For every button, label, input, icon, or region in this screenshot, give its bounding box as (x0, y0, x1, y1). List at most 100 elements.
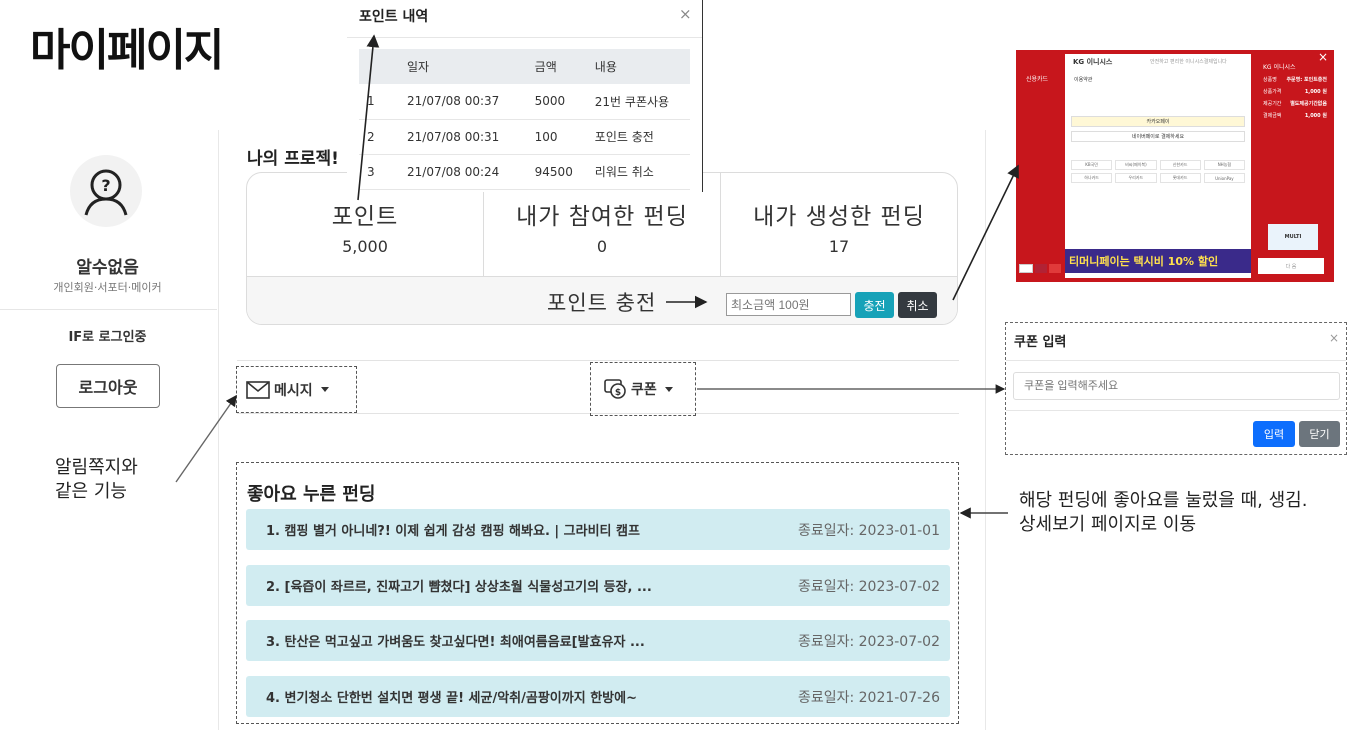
charge-points-label[interactable]: 포인트 충전 (547, 287, 656, 317)
points-history-table: 일자 금액 내용 1 21/07/08 00:37 5000 21번 쿠폰사용 … (359, 49, 690, 190)
svg-text:?: ? (101, 176, 110, 195)
user-role: 개인회원·서포터·메이커 (53, 281, 162, 294)
payment-method-label: 신용카드 (1026, 76, 1049, 83)
card-option[interactable]: 비씨(페이북) (1115, 160, 1157, 170)
naver-pay-option[interactable]: 네이버페이로 결제하세요 (1071, 131, 1245, 142)
summary-value: 주문명: 포인트충전 (1286, 77, 1327, 83)
card-option[interactable]: 롯데카드 (1159, 173, 1201, 183)
us-flag-icon[interactable] (1035, 264, 1047, 273)
card-option[interactable]: 우리카드 (1115, 173, 1157, 183)
liked-funding-date: 종료일자: 2023-01-01 (797, 522, 940, 539)
points-modal-title: 포인트 내역 (359, 9, 429, 25)
coupon-modal-divider (1006, 360, 1346, 361)
annotation-left-line-1: 알림쪽지와 (55, 457, 138, 478)
payment-brand: KG 이니시스 (1073, 58, 1113, 66)
column-header: 일자 (397, 49, 525, 84)
liked-funding-date: 종료일자: 2021-07-26 (797, 689, 940, 706)
stat-created: 내가 생성한 펀딩 17 (721, 173, 957, 276)
coupon-modal-divider (1006, 410, 1346, 411)
right-divider-line (985, 130, 986, 730)
stat-label: 포인트 (331, 204, 399, 230)
table-cell: 94500 (524, 154, 585, 190)
next-button[interactable]: 다 음 (1258, 258, 1324, 274)
stats-card: 포인트 5,000 내가 참여한 펀딩 0 내가 생성한 펀딩 17 포인트 충… (246, 172, 958, 325)
coupon-submit-button[interactable]: 입력 (1253, 421, 1295, 447)
chevron-down-icon (664, 386, 673, 392)
annotation-left: 알림쪽지와 같은 기능 (55, 456, 138, 504)
payment-subtitle: 안전하고 편리한 이니시스결제입니다 (1150, 59, 1227, 65)
korea-flag-icon[interactable] (1019, 264, 1033, 273)
close-icon[interactable]: × (1329, 331, 1339, 345)
language-flags[interactable] (1019, 264, 1061, 273)
close-icon[interactable]: × (1318, 50, 1328, 64)
table-cell: 3 (359, 154, 397, 190)
card-option[interactable]: 신한카드 (1159, 160, 1201, 170)
liked-funding-item[interactable]: 1. 캠핑 별거 아니네?! 이제 쉽게 감성 캠핑 해봐요. | 그라비티 캠… (246, 509, 950, 550)
liked-funding-item[interactable]: 4. 변기청소 단한번 설치면 평생 끝! 세균/악취/곰팡이까지 한방에~ 종… (246, 676, 950, 717)
card-grid: KB국민 비씨(페이북) 신한카드 NH농협 하나카드 우리카드 롯데카드 Un… (1071, 160, 1245, 183)
summary-key: 결제금액 (1263, 113, 1282, 119)
table-cell: 리워드 취소 (584, 154, 690, 190)
card-option[interactable]: UnionPay (1203, 173, 1245, 183)
table-cell: 1 (359, 84, 397, 120)
summary-value: 1,000 원 (1304, 89, 1327, 95)
summary-row: 제공기간 별도제공기간없음 (1259, 95, 1331, 107)
points-modal-divider (347, 37, 702, 38)
charge-button[interactable]: 충전 (855, 292, 894, 318)
coupon-label: 쿠폰 (631, 382, 657, 398)
logout-button[interactable]: 로그아웃 (56, 364, 160, 408)
table-cell: 21/07/08 00:24 (397, 154, 525, 190)
coupon-icon: $ (604, 379, 626, 399)
summary-row: 상품가격 1,000 원 (1259, 83, 1331, 95)
liked-funding-date: 종료일자: 2023-07-02 (797, 633, 940, 650)
message-dropdown[interactable]: 메시지 (236, 366, 357, 413)
column-header: 내용 (584, 49, 690, 84)
table-row: 1 21/07/08 00:37 5000 21번 쿠폰사용 (359, 84, 690, 120)
login-state: IF로 로그인중 (68, 330, 147, 345)
envelope-icon (246, 380, 270, 399)
card-option[interactable]: NH농협 (1203, 160, 1245, 170)
liked-funding-name: 4. 변기청소 단한번 설치면 평생 끝! 세균/악취/곰팡이까지 한방에~ (266, 691, 637, 706)
table-cell: 5000 (524, 84, 585, 120)
message-label: 메시지 (274, 382, 313, 399)
chevron-down-icon (320, 387, 329, 392)
arrow-to-message (175, 394, 237, 483)
coupon-close-button[interactable]: 닫기 (1299, 421, 1340, 447)
summary-key: 상품명 (1263, 77, 1277, 83)
summary-row: 상품명 주문명: 포인트충전 (1259, 71, 1331, 83)
china-flag-icon[interactable] (1049, 264, 1061, 273)
table-cell: 포인트 충전 (584, 119, 690, 155)
liked-funding-name: 3. 탄산은 먹고싶고 가벼움도 찾고싶다면! 최애여름음료[발효유자 ... (266, 635, 645, 650)
table-row: 2 21/07/08 00:31 100 포인트 충전 (359, 119, 690, 155)
terms-label: 이용약관 (1074, 77, 1093, 83)
table-header-row: 일자 금액 내용 (359, 49, 690, 84)
section-divider (237, 360, 959, 361)
summary-key: 상품가격 (1263, 89, 1282, 95)
charge-amount-input[interactable] (726, 293, 851, 316)
liked-fundings-title: 좋아요 누른 펀딩 (247, 484, 376, 505)
coupon-code-input[interactable] (1013, 372, 1340, 400)
liked-funding-item[interactable]: 3. 탄산은 먹고싶고 가벼움도 찾고싶다면! 최애여름음료[발효유자 ... … (246, 620, 950, 661)
annotation-right: 해당 펀딩에 좋아요를 눌렀을 때, 생김. 상세보기 페이지로 이동 (1019, 489, 1307, 537)
promo-banner: 티머니페이는 택시비 10% 할인 (1065, 249, 1251, 273)
annotation-left-line-2: 같은 기능 (55, 481, 127, 502)
annotation-right-line-2: 상세보기 페이지로 이동 (1019, 514, 1197, 535)
page-title: 마이페이지 (30, 25, 224, 76)
stat-value: 17 (828, 237, 850, 256)
table-row: 3 21/07/08 00:24 94500 리워드 취소 (359, 154, 690, 190)
liked-funding-item[interactable]: 2. [육즙이 좌르르, 진짜고기 뺨쳤다] 상상초월 식물성고기의 등장, .… (246, 565, 950, 606)
card-option[interactable]: KB국민 (1071, 160, 1113, 170)
close-icon[interactable]: × (679, 5, 692, 23)
user-name: 알수없음 (76, 258, 139, 278)
projects-title: 나의 프로젝! (247, 149, 339, 169)
kakao-pay-option[interactable]: 카카오페이 (1071, 116, 1245, 127)
summary-row: 결제금액 1,000 원 (1259, 107, 1331, 119)
coupon-modal-title: 쿠폰 입력 (1014, 335, 1067, 350)
card-option[interactable]: 하나카드 (1071, 173, 1113, 183)
coupon-dropdown[interactable]: $ 쿠폰 (590, 362, 696, 416)
cancel-charge-button[interactable]: 취소 (898, 292, 937, 318)
annotation-right-line-1: 해당 펀딩에 좋아요를 눌렀을 때, 생김. (1019, 490, 1308, 511)
table-cell: 21/07/08 00:37 (397, 84, 525, 120)
liked-funding-name: 1. 캠핑 별거 아니네?! 이제 쉽게 감성 캠핑 해봐요. | 그라비티 캠… (266, 524, 640, 539)
summary-value: 1,000 원 (1304, 113, 1327, 119)
